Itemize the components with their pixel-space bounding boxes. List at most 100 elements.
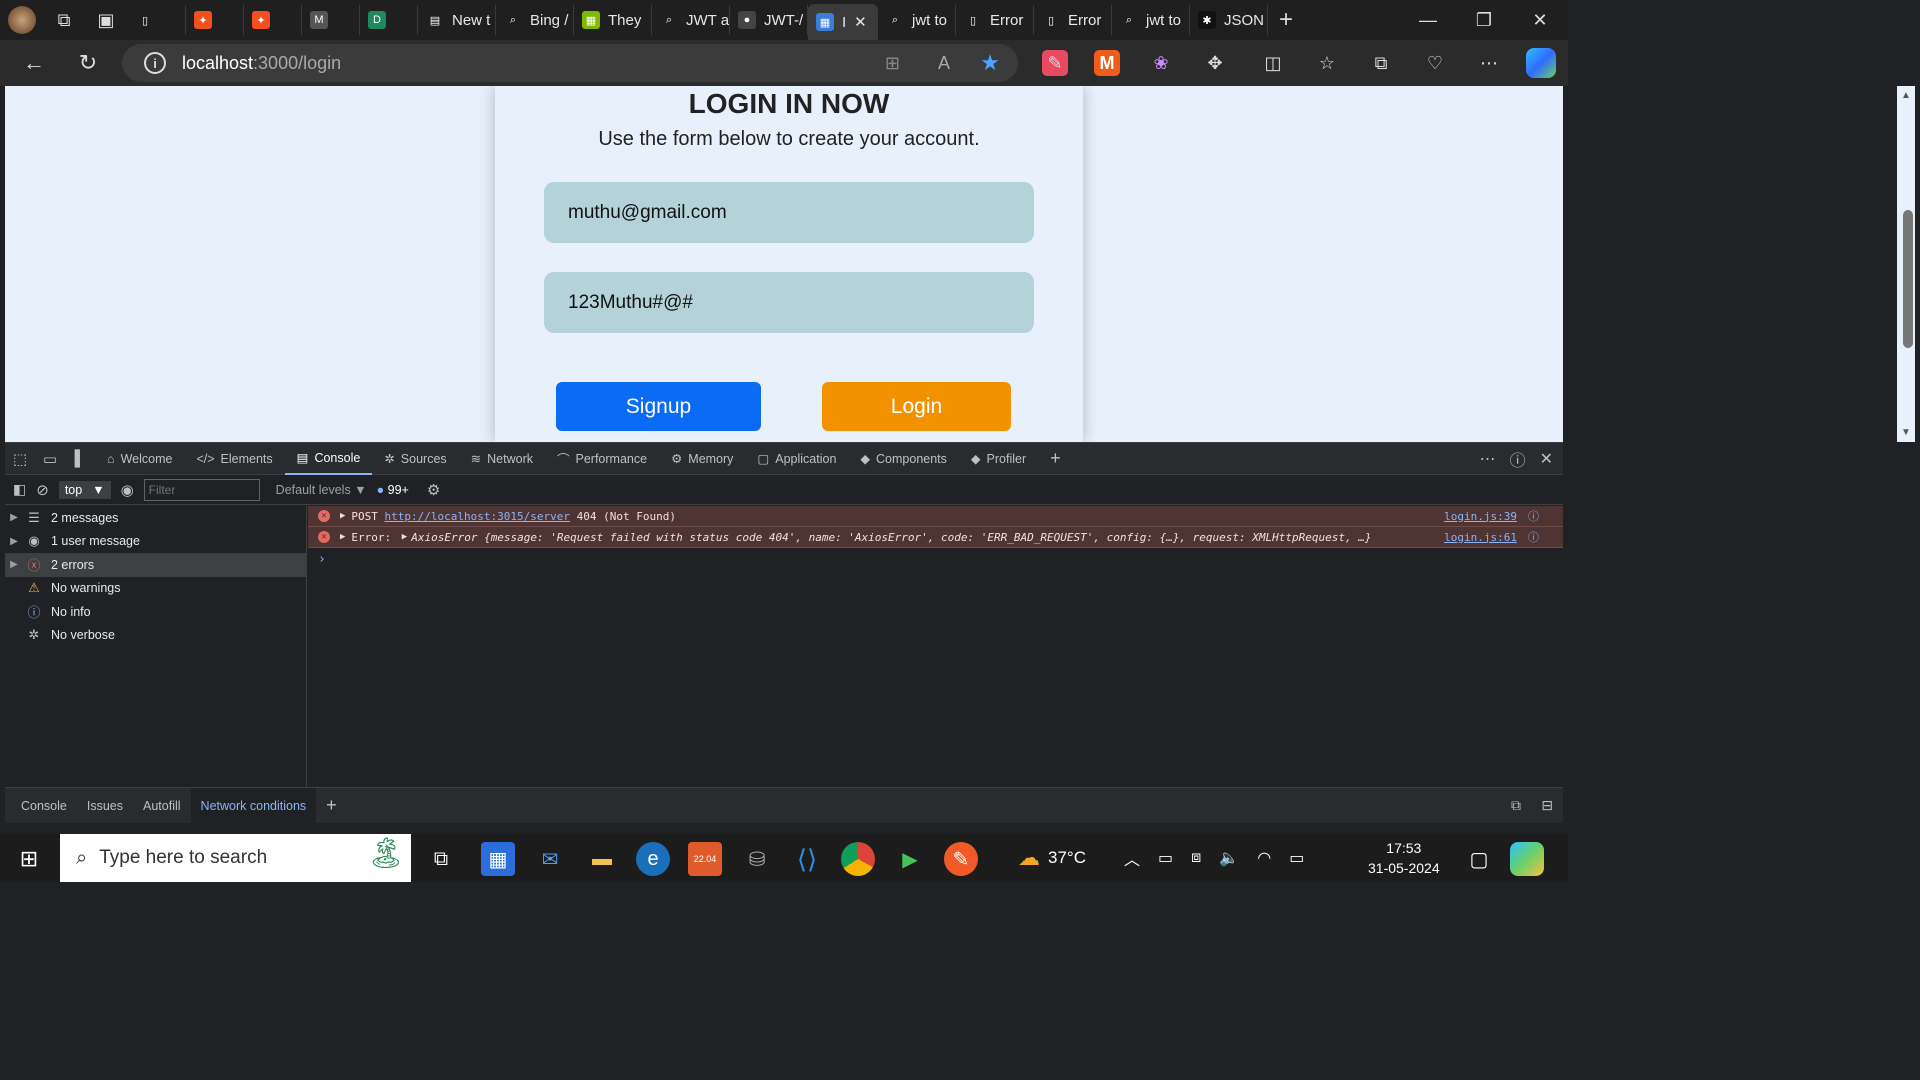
devtools-tab-memory[interactable]: ⚙ Memory	[659, 443, 745, 475]
workspaces-icon[interactable]: ⧉	[44, 0, 84, 40]
browser-tab[interactable]: ✦	[244, 5, 302, 35]
sidebar-filter-item[interactable]: ⚠ No warnings	[5, 577, 306, 601]
site-info-icon[interactable]: i	[144, 52, 166, 74]
close-devtools-icon[interactable]: ✕	[1540, 449, 1553, 469]
sidebar-filter-item[interactable]: ⓘ No info	[5, 600, 306, 624]
drawer-tab[interactable]: Issues	[77, 788, 133, 824]
drawer-tab[interactable]: Network conditions	[190, 787, 317, 824]
browser-tab[interactable]: ● JWT-/	[730, 5, 808, 35]
store-icon[interactable]: ▦	[481, 842, 515, 876]
request-url-link[interactable]: http://localhost:3015/server	[385, 510, 570, 523]
extensions-puzzle-icon[interactable]: ✥	[1202, 50, 1228, 76]
expand-triangle-icon[interactable]: ▶	[5, 559, 23, 570]
read-aloud-icon[interactable]: A	[938, 53, 950, 74]
performance-heart-icon[interactable]: ♡	[1422, 50, 1448, 76]
browser-tab[interactable]: M	[302, 5, 360, 35]
app-available-icon[interactable]: ⊞	[885, 53, 900, 74]
sidebar-filter-item[interactable]: ▶ ⓧ 2 errors	[5, 553, 306, 577]
source-link[interactable]: login.js:61	[1444, 531, 1517, 544]
devtools-tab-welcome[interactable]: ⌂ Welcome	[95, 443, 184, 475]
devtools-tab-elements[interactable]: </> Elements	[184, 443, 284, 475]
context-selector[interactable]: top ▼	[58, 480, 111, 499]
inspect-element-icon[interactable]: ⬚	[5, 450, 35, 468]
drawer-undock-icon[interactable]: ⧉	[1511, 797, 1521, 814]
close-window-button[interactable]: ✕	[1512, 0, 1568, 40]
drawer-add-icon[interactable]: +	[316, 795, 347, 816]
issues-counter[interactable]: ● 99+	[377, 483, 409, 497]
drawer-tab[interactable]: Console	[11, 788, 77, 824]
extension-brain-icon[interactable]: ❀	[1148, 50, 1174, 76]
profile-avatar[interactable]	[0, 0, 44, 40]
sidebar-filter-item[interactable]: ▶ ◉ 1 user message	[5, 530, 306, 554]
notifications-icon[interactable]: ▢	[1462, 842, 1496, 876]
password-field[interactable]: 123Muthu#@#	[544, 272, 1034, 333]
devtools-more-icon[interactable]: ⋯	[1480, 449, 1496, 469]
scrollbar-thumb[interactable]	[1903, 210, 1913, 348]
browser-tab[interactable]: ▦ I ✕	[808, 4, 878, 40]
sidebar-filter-item[interactable]: ✲ No verbose	[5, 624, 306, 648]
split-screen-icon[interactable]: ◫	[1260, 50, 1286, 76]
browser-tab[interactable]: ✱ JSON	[1190, 5, 1268, 35]
source-info-icon[interactable]: ⓘ	[1528, 529, 1539, 545]
sidebar-toggle-icon[interactable]: ◧	[13, 481, 26, 498]
browser-tab[interactable]: ⌕ jwt to	[878, 5, 956, 35]
weather-widget[interactable]: ☁ 37°C	[1018, 834, 1086, 882]
clear-console-icon[interactable]: ⊘	[36, 481, 49, 499]
sidebar-filter-item[interactable]: ▶ ☰ 2 messages	[5, 506, 306, 530]
copilot-taskbar-icon[interactable]	[1510, 842, 1544, 876]
restore-button[interactable]: ❐	[1456, 0, 1512, 40]
close-tab-icon[interactable]: ✕	[854, 13, 867, 31]
drawer-close-icon[interactable]: ⊟	[1541, 797, 1553, 814]
task-view-icon[interactable]: ⧉	[424, 842, 458, 876]
page-scrollbar[interactable]: ▲ ▼	[1897, 86, 1915, 442]
vertical-tabs-icon[interactable]: ▣	[84, 0, 128, 40]
favorite-star-icon[interactable]: ★	[980, 50, 1000, 76]
clock[interactable]: 17:53 31-05-2024	[1368, 834, 1440, 882]
extension-pen-icon[interactable]: ✎	[1042, 50, 1068, 76]
browser-tab[interactable]: ⌕ JWT a	[652, 5, 730, 35]
wifi-icon[interactable]: ◠	[1257, 848, 1271, 868]
more-tools-plus-icon[interactable]: +	[1038, 448, 1073, 469]
database-icon[interactable]: ⛁	[740, 842, 774, 876]
device-toolbar-icon[interactable]: ▭	[35, 450, 65, 468]
console-prompt-icon[interactable]: ›	[308, 548, 1563, 571]
browser-tab[interactable]: ▤ New t	[418, 5, 496, 35]
console-settings-gear-icon[interactable]: ⚙	[427, 481, 440, 499]
file-explorer-icon[interactable]: ▬	[585, 842, 619, 876]
more-menu-icon[interactable]: ⋯	[1476, 50, 1502, 76]
filter-input[interactable]	[143, 478, 260, 501]
live-expression-eye-icon[interactable]: ◉	[121, 481, 134, 499]
address-bar[interactable]: i localhost:3000/login ⊞ A ★	[122, 44, 1018, 82]
devtools-tab-network[interactable]: ≋ Network	[459, 443, 545, 475]
browser-tab[interactable]: ▦ They	[574, 5, 652, 35]
collections-icon[interactable]: ⧉	[1368, 50, 1394, 76]
drawer-tab[interactable]: Autofill	[133, 788, 191, 824]
browser-tab[interactable]: ▯ Error	[1034, 5, 1112, 35]
source-info-icon[interactable]: ⓘ	[1528, 508, 1539, 524]
email-field[interactable]: muthu@gmail.com	[544, 182, 1034, 243]
meet-icon[interactable]: ⧈	[1191, 849, 1201, 867]
expand-triangle-icon[interactable]: ▶	[340, 532, 345, 542]
mail-icon[interactable]: ✉	[533, 842, 567, 876]
taskbar-search[interactable]: ⌕ Type here to search 🏝	[60, 834, 411, 882]
back-button[interactable]: ←	[14, 43, 54, 83]
copilot-icon[interactable]	[1526, 48, 1556, 78]
browser-tab[interactable]: ▯ Error	[956, 5, 1034, 35]
windows-start-icon[interactable]: ⊞	[12, 842, 46, 876]
browser-tab[interactable]: ✦	[186, 5, 244, 35]
display-icon[interactable]: ▭	[1289, 848, 1304, 868]
browser-tab[interactable]: ⌕ Bing /	[496, 5, 574, 35]
edge-browser-icon[interactable]: e	[636, 842, 670, 876]
log-levels-dropdown[interactable]: Default levels ▼	[276, 483, 367, 497]
media-player-icon[interactable]: ▶	[893, 842, 927, 876]
dock-side-icon[interactable]: ▌	[65, 450, 95, 467]
ubuntu-icon[interactable]: 22.04	[688, 842, 722, 876]
browser-tab[interactable]: ▯	[128, 5, 186, 35]
volume-icon[interactable]: 🔈	[1219, 848, 1239, 868]
vscode-icon[interactable]: ⟨⟩	[790, 842, 824, 876]
help-icon[interactable]: ⓘ	[1510, 447, 1526, 471]
expand-triangle-icon[interactable]: ▶	[5, 536, 23, 547]
devtools-tab-profiler[interactable]: ◆ Profiler	[959, 443, 1038, 475]
browser-tab[interactable]: D	[360, 5, 418, 35]
scroll-up-icon[interactable]: ▲	[1901, 90, 1911, 101]
